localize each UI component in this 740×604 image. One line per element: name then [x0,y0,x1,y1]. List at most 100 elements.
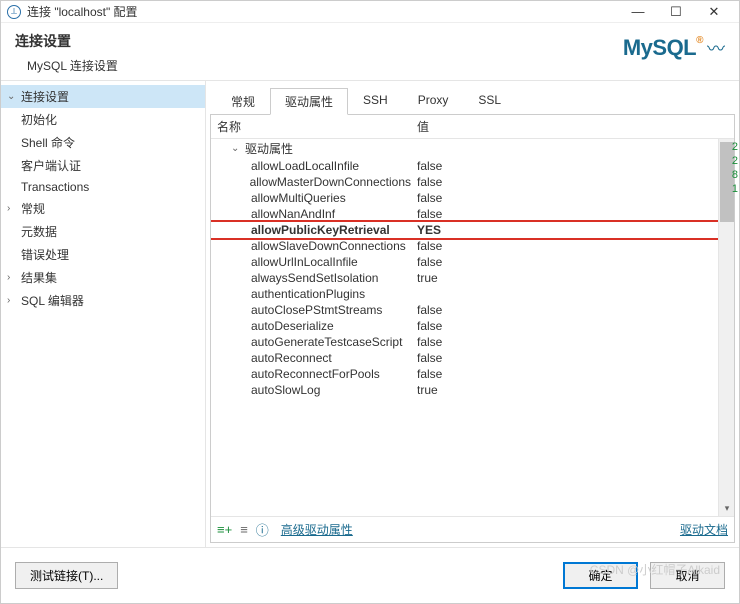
property-value[interactable]: false [411,335,734,349]
property-name: autoReconnect [251,351,332,365]
page-subtitle: MySQL 连接设置 [15,57,623,74]
property-value[interactable]: false [411,351,734,365]
property-row[interactable]: autoReconnect false [211,350,734,366]
property-name: autoGenerateTestcaseScript [251,335,402,349]
sidebar-item[interactable]: ›常规 [1,197,205,220]
property-name: autoClosePStmtStreams [251,303,382,317]
add-icon[interactable]: ≡+ [217,522,232,537]
test-connection-button[interactable]: 测试链接(T)... [15,562,118,589]
property-row[interactable]: allowMasterDownConnectionsfalse [211,174,734,190]
bottom-toolbar: ≡+ ≡ ⓘ 高级驱动属性 驱动文档 [211,516,734,542]
property-name: allowSlaveDownConnections [251,239,406,253]
scroll-down-icon[interactable]: ▾ [719,500,734,516]
property-value[interactable]: false [411,175,734,189]
sidebar-item-label: 元数据 [19,222,59,241]
sidebar-item-label: Shell 命令 [19,133,77,152]
property-row[interactable]: allowNanAndInf false [211,206,734,222]
property-row[interactable]: alwaysSendSetIsolation true [211,270,734,286]
property-row[interactable]: allowSlaveDownConnections false [211,238,734,254]
sidebar-item-label: 常规 [19,199,47,218]
driver-docs-link[interactable]: 驱动文档 [680,521,728,538]
property-value[interactable]: true [411,383,734,397]
property-name: allowMasterDownConnections [250,175,411,189]
property-name: autoReconnectForPools [251,367,380,381]
sidebar-item-label: 客户端认证 [19,156,83,175]
property-row[interactable]: autoSlowLog true [211,382,734,398]
property-name: authenticationPlugins [251,287,365,301]
properties-table[interactable]: ⌄驱动属性 allowLoadLocalInfilefalseallowMast… [211,139,734,516]
property-value[interactable]: true [411,271,734,285]
property-row[interactable]: authenticationPlugins [211,286,734,302]
sidebar-item[interactable]: 元数据 [1,220,205,243]
tab[interactable]: 驱动属性 [270,88,348,115]
window-title: 连接 "localhost" 配置 [27,3,619,20]
sidebar-item[interactable]: 错误处理 [1,243,205,266]
property-row[interactable]: allowPublicKeyRetrieval YES [211,222,734,238]
page-title: 连接设置 [15,31,623,51]
property-name: allowMultiQueries [251,191,346,205]
property-value[interactable]: false [411,367,734,381]
sidebar-item[interactable]: 客户端认证 [1,154,205,177]
property-row[interactable]: autoDeserializefalse [211,318,734,334]
sidebar-item[interactable]: 初始化 [1,108,205,131]
cancel-button[interactable]: 取消 [650,562,725,589]
tab[interactable]: 常规 [216,88,270,115]
tab-bar: 常规驱动属性SSHProxySSL [210,87,735,115]
chevron-icon: › [7,272,19,283]
sidebar: ⌄连接设置初始化Shell 命令客户端认证Transactions›常规元数据错… [1,81,206,547]
title-bar: ⟂ 连接 "localhost" 配置 — ☐ ✕ [1,1,739,23]
chevron-icon: › [7,295,19,306]
tab[interactable]: Proxy [403,88,464,115]
property-row[interactable]: allowLoadLocalInfile false [211,158,734,174]
property-name: allowPublicKeyRetrieval [251,223,390,237]
sidebar-item-label: Transactions [19,179,91,195]
chevron-icon: ⌄ [7,91,19,102]
property-value[interactable]: false [411,255,734,269]
ok-button[interactable]: 确定 [563,562,638,589]
maximize-button[interactable]: ☐ [657,1,695,23]
minimize-button[interactable]: — [619,1,657,23]
property-row[interactable]: autoReconnectForPools false [211,366,734,382]
sidebar-item-label: 初始化 [19,110,59,129]
sidebar-item-label: 错误处理 [19,245,71,264]
footer: 测试链接(T)... 确定 取消 [1,548,739,603]
property-row[interactable]: allowUrlInLocalInfile false [211,254,734,270]
header: 连接设置 MySQL 连接设置 MySQL®〰 [1,23,739,81]
property-name: alwaysSendSetIsolation [251,271,378,285]
column-name: 名称 [211,118,411,135]
advanced-properties-link[interactable]: 高级驱动属性 [281,521,353,538]
chevron-down-icon: ⌄ [231,143,245,154]
sidebar-item-label: 结果集 [19,268,59,287]
info-icon: ⓘ [256,520,269,539]
sidebar-item[interactable]: ›结果集 [1,266,205,289]
property-value[interactable]: false [411,239,734,253]
property-row[interactable]: allowMultiQueries false [211,190,734,206]
property-value[interactable]: false [411,207,734,221]
tab[interactable]: SSH [348,88,403,115]
chevron-icon: › [7,203,19,214]
property-name: allowLoadLocalInfile [251,159,359,173]
sidebar-item[interactable]: ⌄连接设置 [1,85,205,108]
property-name: autoSlowLog [251,383,320,397]
property-name: allowUrlInLocalInfile [251,255,358,269]
property-row[interactable]: autoGenerateTestcaseScript false [211,334,734,350]
property-value[interactable]: YES [411,223,734,237]
property-group[interactable]: ⌄驱动属性 [211,139,734,158]
tab[interactable]: SSL [463,88,516,115]
sidebar-item[interactable]: Shell 命令 [1,131,205,154]
property-value[interactable] [411,287,734,301]
sidebar-item[interactable]: Transactions [1,177,205,197]
app-icon: ⟂ [7,5,21,19]
mysql-logo: MySQL®〰 [623,35,725,61]
table-header: 名称 值 [211,115,734,139]
sidebar-item-label: 连接设置 [19,87,71,106]
property-value[interactable]: false [411,303,734,317]
sidebar-item[interactable]: ›SQL 编辑器 [1,289,205,312]
property-value[interactable]: false [411,319,734,333]
property-value[interactable]: false [411,191,734,205]
property-name: allowNanAndInf [251,207,335,221]
list-icon[interactable]: ≡ [240,522,248,537]
close-button[interactable]: ✕ [695,1,733,23]
property-value[interactable]: false [411,159,734,173]
property-row[interactable]: autoClosePStmtStreams false [211,302,734,318]
